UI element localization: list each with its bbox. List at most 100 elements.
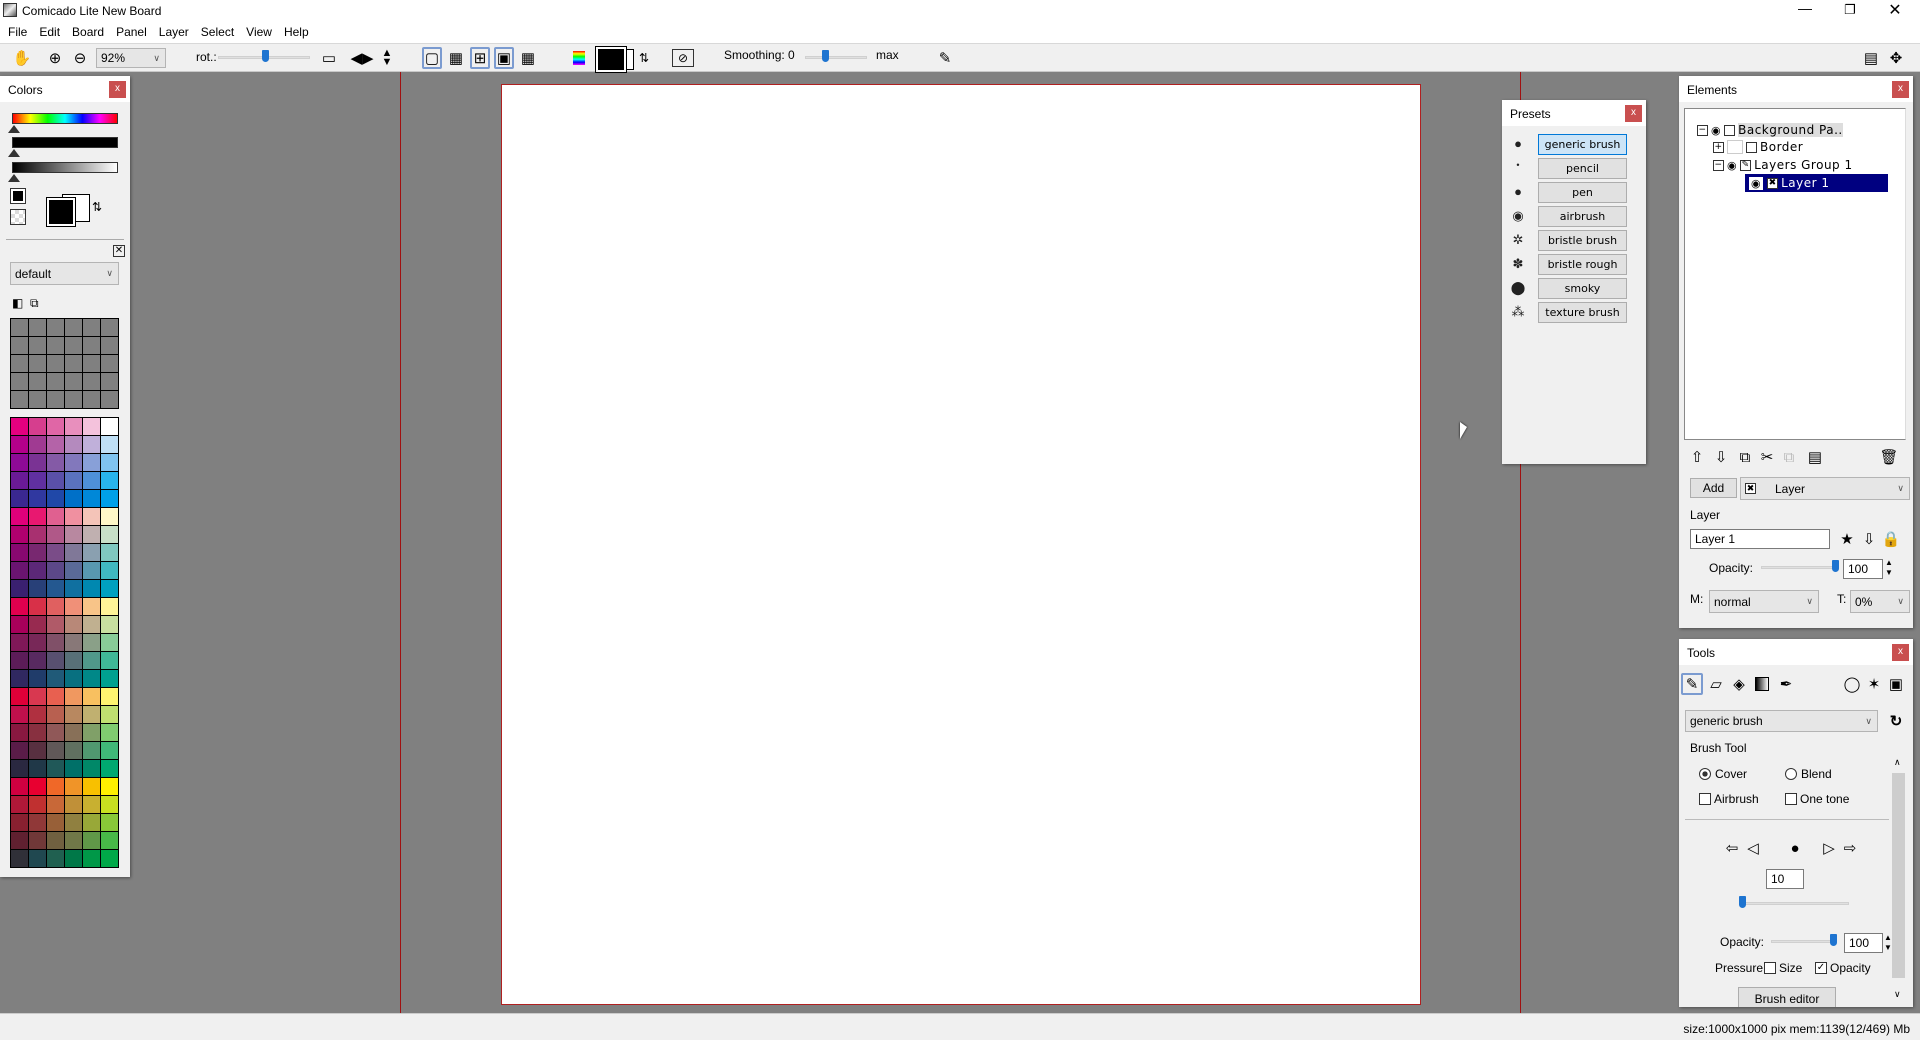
palette-color-cell[interactable] [10, 741, 29, 760]
expand-icon[interactable]: + [1713, 141, 1724, 153]
custom-color-cell[interactable] [64, 318, 83, 337]
palette-color-cell[interactable] [28, 417, 47, 436]
transparency-select[interactable]: 0% ∨ [1850, 590, 1910, 613]
current-color-swatch[interactable] [595, 46, 627, 73]
palette-color-cell[interactable] [28, 543, 47, 562]
palette-color-cell[interactable] [64, 543, 83, 562]
foreground-color-box[interactable] [46, 197, 76, 227]
swap-colors-icon[interactable]: ⇅ [92, 200, 102, 214]
palette-color-cell[interactable] [28, 705, 47, 724]
custom-color-cell[interactable] [10, 354, 29, 373]
palette-color-cell[interactable] [28, 687, 47, 706]
custom-color-cell[interactable] [46, 318, 65, 337]
palette-color-cell[interactable] [64, 579, 83, 598]
view-grid-icon[interactable]: ▦ [518, 47, 538, 69]
palette-color-cell[interactable] [46, 723, 65, 742]
palette-color-cell[interactable] [82, 525, 101, 544]
custom-color-cell[interactable] [64, 372, 83, 391]
brush-size-slider-thumb[interactable] [1739, 896, 1746, 908]
palette-color-cell[interactable] [28, 651, 47, 670]
palette-color-cell[interactable] [82, 633, 101, 652]
preset-button[interactable]: pen [1538, 182, 1627, 203]
layer-opacity-slider[interactable] [1761, 566, 1837, 569]
palette-color-cell[interactable] [64, 489, 83, 508]
merge-icon[interactable]: ▤ [1805, 446, 1825, 468]
layer-opacity-slider-thumb[interactable] [1832, 560, 1839, 572]
palette-color-cell[interactable] [28, 561, 47, 580]
palette-color-cell[interactable] [64, 633, 83, 652]
palette-color-cell[interactable] [100, 615, 119, 634]
eyedropper-tool-icon[interactable]: ✒ [1775, 673, 1797, 695]
palette-color-cell[interactable] [100, 813, 119, 832]
menu-file[interactable]: File [2, 22, 33, 43]
hue-slider[interactable] [12, 113, 118, 124]
palette-color-cell[interactable] [64, 615, 83, 634]
tools-panel-close-button[interactable]: x [1892, 644, 1909, 661]
palette-color-cell[interactable] [46, 561, 65, 580]
palette-color-cell[interactable] [28, 633, 47, 652]
menu-help[interactable]: Help [278, 22, 315, 43]
pressure-size-checkbox[interactable]: Size [1764, 961, 1802, 975]
palette-color-cell[interactable] [10, 525, 29, 544]
duplicate-icon[interactable]: ⧉ [1735, 446, 1755, 468]
menu-select[interactable]: Select [195, 22, 240, 43]
zoom-select[interactable]: 92% ∨ [96, 48, 166, 68]
layer-opacity-spinner[interactable]: ▲ ▼ [1885, 558, 1893, 578]
palette-color-cell[interactable] [100, 795, 119, 814]
saturation-slider[interactable] [12, 137, 118, 148]
palette-color-cell[interactable] [10, 669, 29, 688]
lock-checkbox[interactable] [1746, 141, 1757, 153]
tree-item-border[interactable]: + Border [1713, 138, 1803, 156]
custom-color-cell[interactable] [46, 390, 65, 409]
palette-color-cell[interactable] [10, 597, 29, 616]
palette-color-cell[interactable] [82, 489, 101, 508]
palette-color-cell[interactable] [10, 435, 29, 454]
palette-color-cell[interactable] [82, 849, 101, 868]
brush-editor-button[interactable]: Brush editor [1738, 987, 1836, 1007]
palette-color-cell[interactable] [82, 813, 101, 832]
custom-color-cell[interactable] [100, 354, 119, 373]
collapse-icon[interactable]: − [1713, 159, 1724, 171]
palette-color-cell[interactable] [10, 471, 29, 490]
view-single-icon[interactable]: ▢ [422, 47, 442, 69]
custom-color-cell[interactable] [46, 336, 65, 355]
palette-color-cell[interactable] [82, 759, 101, 778]
custom-color-cell[interactable] [64, 354, 83, 373]
swap-palette-icon[interactable]: ⧉ [30, 296, 39, 311]
palette-color-cell[interactable] [46, 543, 65, 562]
palette-color-cell[interactable] [64, 507, 83, 526]
minimize-button[interactable]: — [1790, 0, 1820, 22]
palette-color-cell[interactable] [100, 597, 119, 616]
restore-button[interactable]: ❐ [1835, 2, 1865, 22]
size-decrease-large-icon[interactable]: ⇦ [1723, 839, 1741, 857]
palette-color-cell[interactable] [28, 525, 47, 544]
size-increase-large-icon[interactable]: ⇨ [1841, 839, 1859, 857]
palette-color-cell[interactable] [82, 723, 101, 742]
flip-horizontal-icon[interactable]: ◀▶ [350, 47, 373, 69]
palette-color-cell[interactable] [100, 579, 119, 598]
palette-color-cell[interactable] [46, 687, 65, 706]
move-down-icon[interactable]: ⇩ [1711, 446, 1731, 468]
menu-panel[interactable]: Panel [110, 22, 153, 43]
palette-color-cell[interactable] [10, 831, 29, 850]
brightness-slider-handle[interactable] [8, 174, 20, 182]
palette-color-cell[interactable] [28, 579, 47, 598]
scroll-up-icon[interactable]: ∧ [1894, 757, 1901, 768]
tree-item-background[interactable]: − ◉ Background Pa.. [1697, 121, 1843, 139]
palette-color-cell[interactable] [46, 705, 65, 724]
preset-button[interactable]: texture brush [1538, 302, 1627, 323]
preset-button[interactable]: bristle rough [1538, 254, 1627, 275]
palette-color-cell[interactable] [100, 651, 119, 670]
custom-color-cell[interactable] [82, 390, 101, 409]
canvas-page[interactable] [501, 84, 1421, 1005]
transform-lock-icon[interactable]: ✥ [1885, 47, 1907, 69]
tree-item-layer-1[interactable]: ◉ ✖ Layer 1 [1745, 174, 1888, 192]
palette-color-cell[interactable] [28, 669, 47, 688]
view-grid-small-icon[interactable]: ▦ [446, 47, 466, 69]
palette-color-cell[interactable] [46, 453, 65, 472]
palette-color-cell[interactable] [82, 435, 101, 454]
palette-color-cell[interactable] [64, 435, 83, 454]
colors-panel-close-button[interactable]: x [109, 81, 126, 98]
palette-color-cell[interactable] [28, 759, 47, 778]
palette-color-cell[interactable] [100, 687, 119, 706]
